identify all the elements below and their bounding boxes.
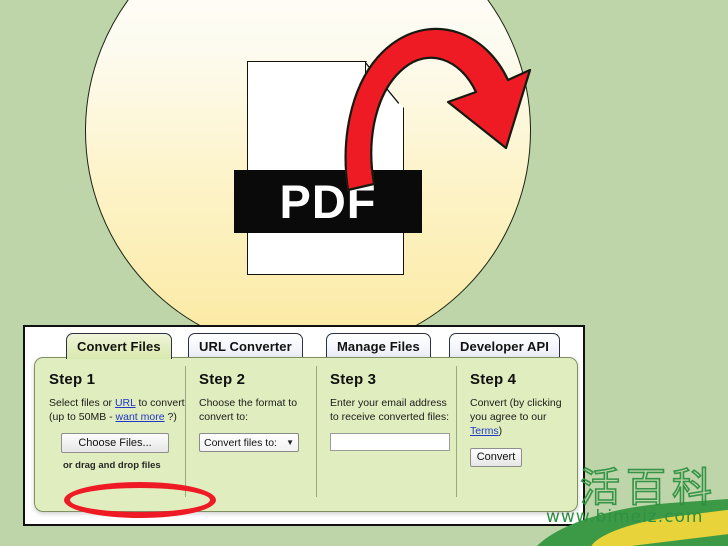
step-1-title: Step 1 — [49, 371, 96, 388]
step-4-description: Convert (by clicking you agree to our Te… — [470, 396, 576, 438]
step-1-desc-part3: ?) — [164, 411, 177, 423]
tab-url-converter[interactable]: URL Converter — [188, 333, 303, 359]
yellow-swoosh-decoration — [587, 508, 728, 546]
step-4-desc-part1: Convert (by clicking you agree to our — [470, 397, 562, 423]
step-2-column: Step 2 Choose the format to convert to: … — [185, 358, 316, 511]
step-1-description: Select files or URL to convert (up to 50… — [49, 396, 185, 424]
converter-app-window: Convert Files URL Converter Manage Files… — [23, 325, 585, 526]
curved-conversion-arrow-icon — [344, 27, 532, 192]
step-3-title: Step 3 — [330, 371, 377, 388]
step-2-description: Choose the format to convert to: — [199, 397, 298, 423]
step-4-title: Step 4 — [470, 371, 517, 388]
tab-convert-files[interactable]: Convert Files — [66, 333, 172, 359]
drag-drop-hint: or drag and drop files — [63, 460, 161, 471]
choose-files-button-label: Choose Files... — [78, 437, 152, 449]
illustration-area: PDF — [0, 0, 728, 330]
tab-bar: Convert Files URL Converter Manage Files… — [25, 327, 583, 359]
tab-developer-api[interactable]: Developer API — [449, 333, 560, 359]
url-link[interactable]: URL — [115, 397, 136, 409]
terms-link[interactable]: Terms — [470, 425, 499, 437]
convert-button[interactable]: Convert — [470, 447, 522, 467]
want-more-link[interactable]: want more — [116, 411, 165, 423]
tab-convert-files-label: Convert Files — [77, 339, 161, 354]
step-4-column: Step 4 Convert (by clicking you agree to… — [456, 358, 576, 511]
step-2-title: Step 2 — [199, 371, 246, 388]
tab-url-converter-label: URL Converter — [199, 339, 292, 354]
chevron-down-icon: ▼ — [286, 438, 294, 447]
step-1-column: Step 1 Select files or URL to convert (u… — [35, 358, 216, 518]
tab-manage-files-label: Manage Files — [337, 339, 420, 354]
step-3-description: Enter your email address to receive conv… — [330, 397, 450, 423]
step-3-column: Step 3 Enter your email address to recei… — [316, 358, 456, 511]
format-select-dropdown[interactable]: Convert files to: ▼ — [199, 433, 299, 452]
convert-files-panel: Step 1 Select files or URL to convert (u… — [34, 357, 578, 518]
email-field[interactable] — [330, 433, 450, 451]
convert-button-label: Convert — [476, 451, 516, 463]
tab-developer-api-label: Developer API — [460, 339, 549, 354]
choose-files-button[interactable]: Choose Files... — [61, 433, 169, 453]
tab-manage-files[interactable]: Manage Files — [326, 333, 431, 359]
format-select-value: Convert files to: — [204, 436, 277, 449]
step-1-desc-part1: Select files or — [49, 397, 115, 409]
step-4-desc-part2: ) — [498, 425, 503, 437]
